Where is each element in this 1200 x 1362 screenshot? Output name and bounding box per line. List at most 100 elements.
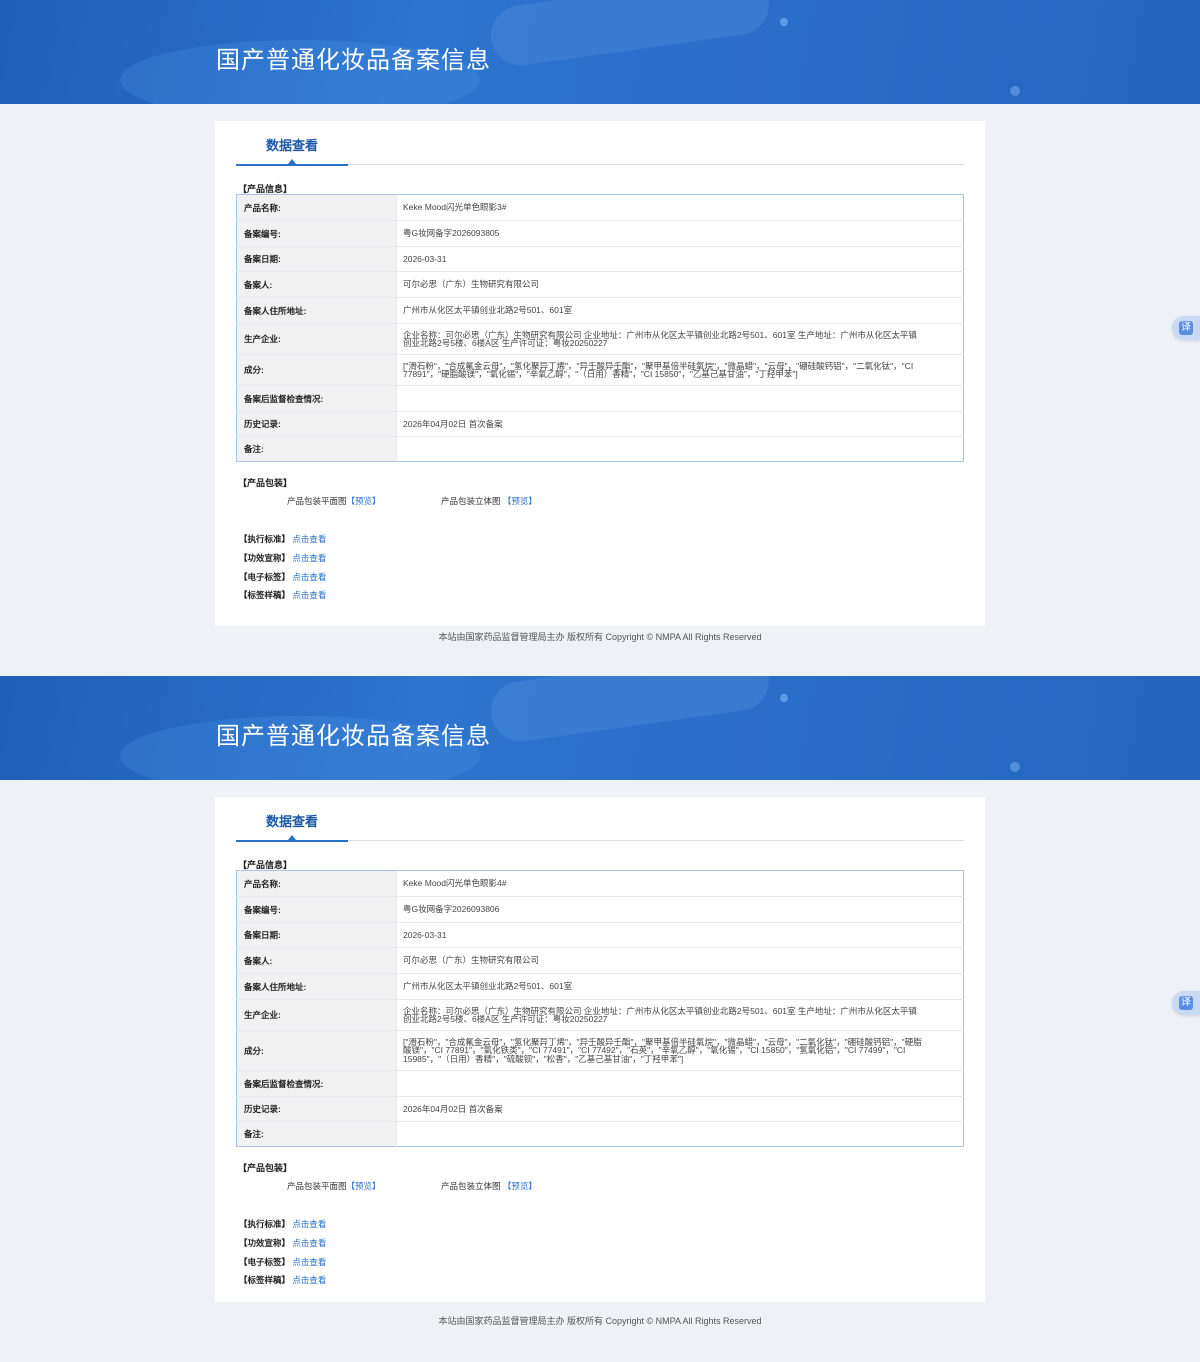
footer-copyright: 本站由国家药品监督管理局主办 版权所有 Copyright © NMPA All… [438, 632, 762, 642]
row-value: ["滑石粉"，"合成氟金云母"，"氢化聚异丁烯"，"异壬酸异壬酯"，"聚甲基倍半… [396, 1030, 964, 1071]
e-label-label: 【电子标签】 [239, 1257, 291, 1267]
pkg-3d-label: 产品包装立体图 [441, 1181, 501, 1191]
row-value: 粤G妆网备字2026093806 [396, 896, 964, 923]
row-value: 2026年04月02日 首次备案 [396, 411, 964, 437]
efficacy-row: 【功效宣称】 点击查看 [239, 1237, 326, 1249]
row-value [396, 385, 964, 412]
pkg-flat-preview-link[interactable]: 【预览】 [347, 1181, 381, 1191]
row-label: 备案人: [236, 271, 397, 298]
row-value: 企业名称：可尔必思（广东）生物研究有限公司 企业地址：广州市从化区太平镇创业北路… [396, 323, 964, 355]
table-row: 生产企业: 企业名称：可尔必思（广东）生物研究有限公司 企业地址：广州市从化区太平… [236, 999, 964, 1031]
label-sample-label: 【标签样稿】 [239, 1275, 291, 1285]
row-label: 备案编号: [236, 220, 397, 247]
pkg-3d-row: 产品包装立体图 【预览】 [441, 1180, 537, 1192]
translate-button[interactable]: 译 [1172, 316, 1200, 340]
row-label: 历史记录: [236, 411, 397, 437]
row-label: 生产企业: [236, 999, 397, 1031]
row-value: 企业名称：可尔必思（广东）生物研究有限公司 企业地址：广州市从化区太平镇创业北路… [396, 999, 964, 1031]
standard-row: 【执行标准】 点击查看 [239, 533, 326, 545]
table-row: 备案编号: 粤G妆网备字2026093806 [236, 896, 964, 923]
e-label-row: 【电子标签】 点击查看 [239, 571, 326, 583]
table-row: 产品名称: Keke Mood闪光单色眼影4# [236, 870, 964, 897]
table-row: 备注: [236, 436, 964, 462]
e-label-row: 【电子标签】 点击查看 [239, 1256, 326, 1268]
header-banner: 国产普通化妆品备案信息 [0, 0, 1200, 104]
pkg-flat-row: 产品包装平面图【预览】 [287, 1180, 381, 1192]
pkg-flat-preview-link[interactable]: 【预览】 [347, 496, 381, 506]
section-packaging: 【产品包装】 [238, 478, 293, 488]
row-label: 备案人住所地址: [236, 973, 397, 1000]
detail-card: 数据查看 【产品信息】 产品名称: Keke Mood闪光单色眼影3# 备案编号:… [215, 121, 985, 626]
product-info-table: 产品名称: Keke Mood闪光单色眼影4# 备案编号: 粤G妆网备字202609… [236, 870, 964, 1147]
row-label: 生产企业: [236, 323, 397, 355]
table-row: 历史记录: 2026年04月02日 首次备案 [236, 1096, 964, 1122]
table-row: 备案人: 可尔必思（广东）生物研究有限公司 [236, 947, 964, 974]
row-value: 可尔必思（广东）生物研究有限公司 [396, 947, 964, 974]
tab-caret-icon [288, 159, 296, 164]
pkg-3d-preview-link[interactable]: 【预览】 [503, 496, 537, 506]
standard-view-link[interactable]: 点击查看 [292, 1219, 326, 1229]
row-label: 备案人: [236, 947, 397, 974]
pkg-3d-preview-link[interactable]: 【预览】 [503, 1181, 537, 1191]
efficacy-view-link[interactable]: 点击查看 [292, 553, 326, 563]
row-value: Keke Mood闪光单色眼影4# [396, 870, 964, 897]
pkg-3d-row: 产品包装立体图 【预览】 [441, 495, 537, 507]
translate-icon: 译 [1179, 321, 1193, 335]
page-title: 国产普通化妆品备案信息 [216, 46, 491, 74]
footer-copyright: 本站由国家药品监督管理局主办 版权所有 Copyright © NMPA All… [438, 1316, 762, 1326]
table-row: 备案日期: 2026-03-31 [236, 246, 964, 272]
record-page-1: 国产普通化妆品备案信息 数据查看 【产品信息】 产品名称: Keke Mood闪光… [0, 0, 1200, 670]
row-label: 产品名称: [236, 870, 397, 897]
efficacy-view-link[interactable]: 点击查看 [292, 1238, 326, 1248]
standard-view-link[interactable]: 点击查看 [292, 534, 326, 544]
product-info-table: 产品名称: Keke Mood闪光单色眼影3# 备案编号: 粤G妆网备字202609… [236, 194, 964, 462]
table-row: 备案人: 可尔必思（广东）生物研究有限公司 [236, 271, 964, 298]
table-row: 备案后监督检查情况: [236, 1070, 964, 1097]
table-row: 成分: ["滑石粉"，"合成氟金云母"，"氢化聚异丁烯"，"异壬酸异壬酯"，"聚甲… [236, 1030, 964, 1071]
row-value [396, 1070, 964, 1097]
pkg-3d-label: 产品包装立体图 [441, 496, 501, 506]
efficacy-row: 【功效宣称】 点击查看 [239, 552, 326, 564]
row-label: 备案编号: [236, 896, 397, 923]
tab-bar: 数据查看 [236, 811, 964, 842]
row-label: 备案日期: [236, 922, 397, 948]
row-label: 备注: [236, 436, 397, 462]
section-packaging: 【产品包装】 [238, 1163, 293, 1173]
row-value [397, 437, 964, 462]
table-row: 成分: ["滑石粉"，"合成氟金云母"，"氢化聚异丁烯"，"异壬酸异壬酯"，"聚甲… [236, 354, 964, 386]
efficacy-label: 【功效宣称】 [239, 553, 291, 563]
tab-caret-icon [288, 835, 296, 840]
header-banner: 国产普通化妆品备案信息 [0, 676, 1200, 780]
row-value: 可尔必思（广东）生物研究有限公司 [396, 271, 964, 298]
standard-label: 【执行标准】 [239, 534, 291, 544]
row-label: 备案人住所地址: [236, 297, 397, 324]
label-sample-view-link[interactable]: 点击查看 [292, 590, 326, 600]
row-value: 广州市从化区太平镇创业北路2号501、601室 [396, 973, 964, 1000]
row-value: 广州市从化区太平镇创业北路2号501、601室 [396, 297, 964, 324]
table-row: 生产企业: 企业名称：可尔必思（广东）生物研究有限公司 企业地址：广州市从化区太平… [236, 323, 964, 355]
label-sample-label: 【标签样稿】 [239, 590, 291, 600]
page-title: 国产普通化妆品备案信息 [216, 722, 491, 750]
table-row: 产品名称: Keke Mood闪光单色眼影3# [236, 194, 964, 221]
row-label: 成分: [236, 1030, 397, 1071]
row-label: 成分: [236, 354, 397, 386]
row-label: 产品名称: [236, 194, 397, 221]
efficacy-label: 【功效宣称】 [239, 1238, 291, 1248]
label-sample-row: 【标签样稿】 点击查看 [239, 589, 326, 601]
label-sample-view-link[interactable]: 点击查看 [292, 1275, 326, 1285]
pkg-flat-label: 产品包装平面图 [287, 496, 347, 506]
e-label-view-link[interactable]: 点击查看 [292, 1257, 326, 1267]
label-sample-row: 【标签样稿】 点击查看 [239, 1274, 326, 1286]
table-row: 备案日期: 2026-03-31 [236, 922, 964, 948]
translate-icon: 译 [1179, 996, 1193, 1010]
translate-button[interactable]: 译 [1172, 991, 1200, 1015]
table-row: 备注: [236, 1121, 964, 1147]
row-value [397, 1122, 964, 1147]
table-row: 备案人住所地址: 广州市从化区太平镇创业北路2号501、601室 [236, 973, 964, 1000]
detail-card: 数据查看 【产品信息】 产品名称: Keke Mood闪光单色眼影4# 备案编号:… [215, 797, 985, 1302]
row-label: 备注: [236, 1121, 397, 1147]
e-label-label: 【电子标签】 [239, 572, 291, 582]
table-row: 备案人住所地址: 广州市从化区太平镇创业北路2号501、601室 [236, 297, 964, 324]
e-label-view-link[interactable]: 点击查看 [292, 572, 326, 582]
row-value: 粤G妆网备字2026093805 [396, 220, 964, 247]
